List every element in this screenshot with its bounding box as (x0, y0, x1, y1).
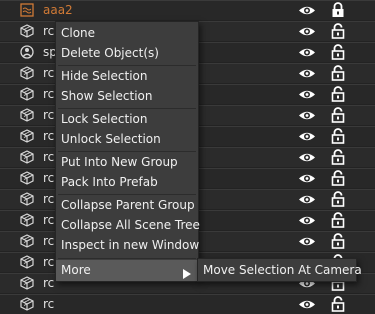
lock-open-icon[interactable] (331, 191, 345, 207)
menu-item-lock-selection[interactable]: Lock Selection (56, 109, 198, 129)
cube-icon (20, 66, 34, 80)
cube-icon (20, 171, 34, 185)
eye-icon[interactable] (298, 151, 316, 164)
menu-item-collapse-all-scene-tree[interactable]: Collapse All Scene Tree (56, 215, 200, 235)
tree-row-label: rc (43, 87, 55, 101)
menu-item-hide-selection[interactable]: Hide Selection (56, 66, 198, 86)
tree-row-label: rc (43, 150, 55, 164)
cube-icon (20, 234, 34, 248)
menu-item-more[interactable]: More (56, 260, 198, 281)
cube-icon (20, 24, 34, 38)
cube-icon (20, 108, 34, 122)
eye-icon[interactable] (298, 214, 316, 227)
lock-open-icon[interactable] (331, 44, 345, 60)
tree-row-label: rc (43, 297, 55, 311)
eye-icon[interactable] (298, 298, 316, 311)
cube-icon (20, 297, 34, 311)
tree-row-label: aaa2 (43, 3, 73, 17)
cube-icon (20, 276, 34, 290)
eye-icon[interactable] (298, 172, 316, 185)
lock-open-icon[interactable] (331, 86, 345, 102)
menu-separator (58, 258, 196, 259)
lock-open-icon[interactable] (331, 107, 345, 123)
tree-row-label: rc (43, 129, 55, 143)
tree-row-label: rc (43, 171, 55, 185)
eye-icon[interactable] (298, 109, 316, 122)
lock-open-icon[interactable] (331, 128, 345, 144)
cube-icon (20, 129, 34, 143)
cube-icon (20, 150, 34, 164)
menu-item-move-selection-at-camera[interactable]: Move Selection At Camera (198, 259, 362, 281)
menu-item-clone[interactable]: Clone (56, 23, 198, 43)
tree-row-label: rc (43, 234, 55, 248)
menu-item-put-into-new-group[interactable]: Put Into New Group (56, 152, 198, 172)
lock-open-icon[interactable] (331, 65, 345, 81)
sphere-icon (20, 45, 34, 59)
tree-row-label: rc (43, 108, 55, 122)
lock-closed-icon[interactable] (331, 2, 345, 18)
lock-open-icon[interactable] (331, 170, 345, 186)
eye-icon[interactable] (298, 46, 316, 59)
submenu-arrow-icon (182, 265, 192, 279)
eye-icon[interactable] (298, 130, 316, 143)
tree-row-label: rc (43, 276, 55, 290)
tree-row[interactable]: rc (0, 294, 375, 314)
prefab-icon (20, 3, 34, 17)
menu-item-pack-into-prefab[interactable]: Pack Into Prefab (56, 172, 198, 192)
menu-item-unlock-selection[interactable]: Unlock Selection (56, 129, 198, 149)
menu-item-collapse-parent-group[interactable]: Collapse Parent Group (56, 195, 198, 215)
context-menu: Clone Delete Object(s) Hide Selection Sh… (55, 21, 200, 282)
lock-open-icon[interactable] (331, 23, 345, 39)
eye-icon[interactable] (298, 67, 316, 80)
submenu: Move Selection At Camera (197, 258, 362, 282)
cube-icon (20, 213, 34, 227)
cube-icon (20, 255, 34, 269)
menu-item-delete-objects[interactable]: Delete Object(s) (56, 43, 198, 63)
eye-icon[interactable] (298, 25, 316, 38)
tree-row-label: rc (43, 66, 55, 80)
lock-open-icon[interactable] (331, 212, 345, 228)
eye-icon[interactable] (298, 88, 316, 101)
tree-row-label: rc (43, 24, 55, 38)
menu-item-inspect-in-new-window[interactable]: Inspect in new Window (56, 235, 199, 255)
tree-row-label: rc (43, 213, 55, 227)
lock-open-icon[interactable] (331, 233, 345, 249)
tree-row-label: rc (43, 192, 55, 206)
eye-icon[interactable] (298, 235, 316, 248)
menu-item-more-label: More (61, 263, 91, 277)
eye-icon[interactable] (298, 193, 316, 206)
eye-icon[interactable] (298, 4, 316, 17)
cube-icon (20, 192, 34, 206)
tree-row-label: rc (43, 255, 55, 269)
lock-open-icon[interactable] (331, 296, 345, 312)
menu-item-show-selection[interactable]: Show Selection (56, 86, 198, 106)
cube-icon (20, 87, 34, 101)
tree-row-prefab[interactable]: aaa2 (0, 0, 375, 20)
lock-open-icon[interactable] (331, 149, 345, 165)
